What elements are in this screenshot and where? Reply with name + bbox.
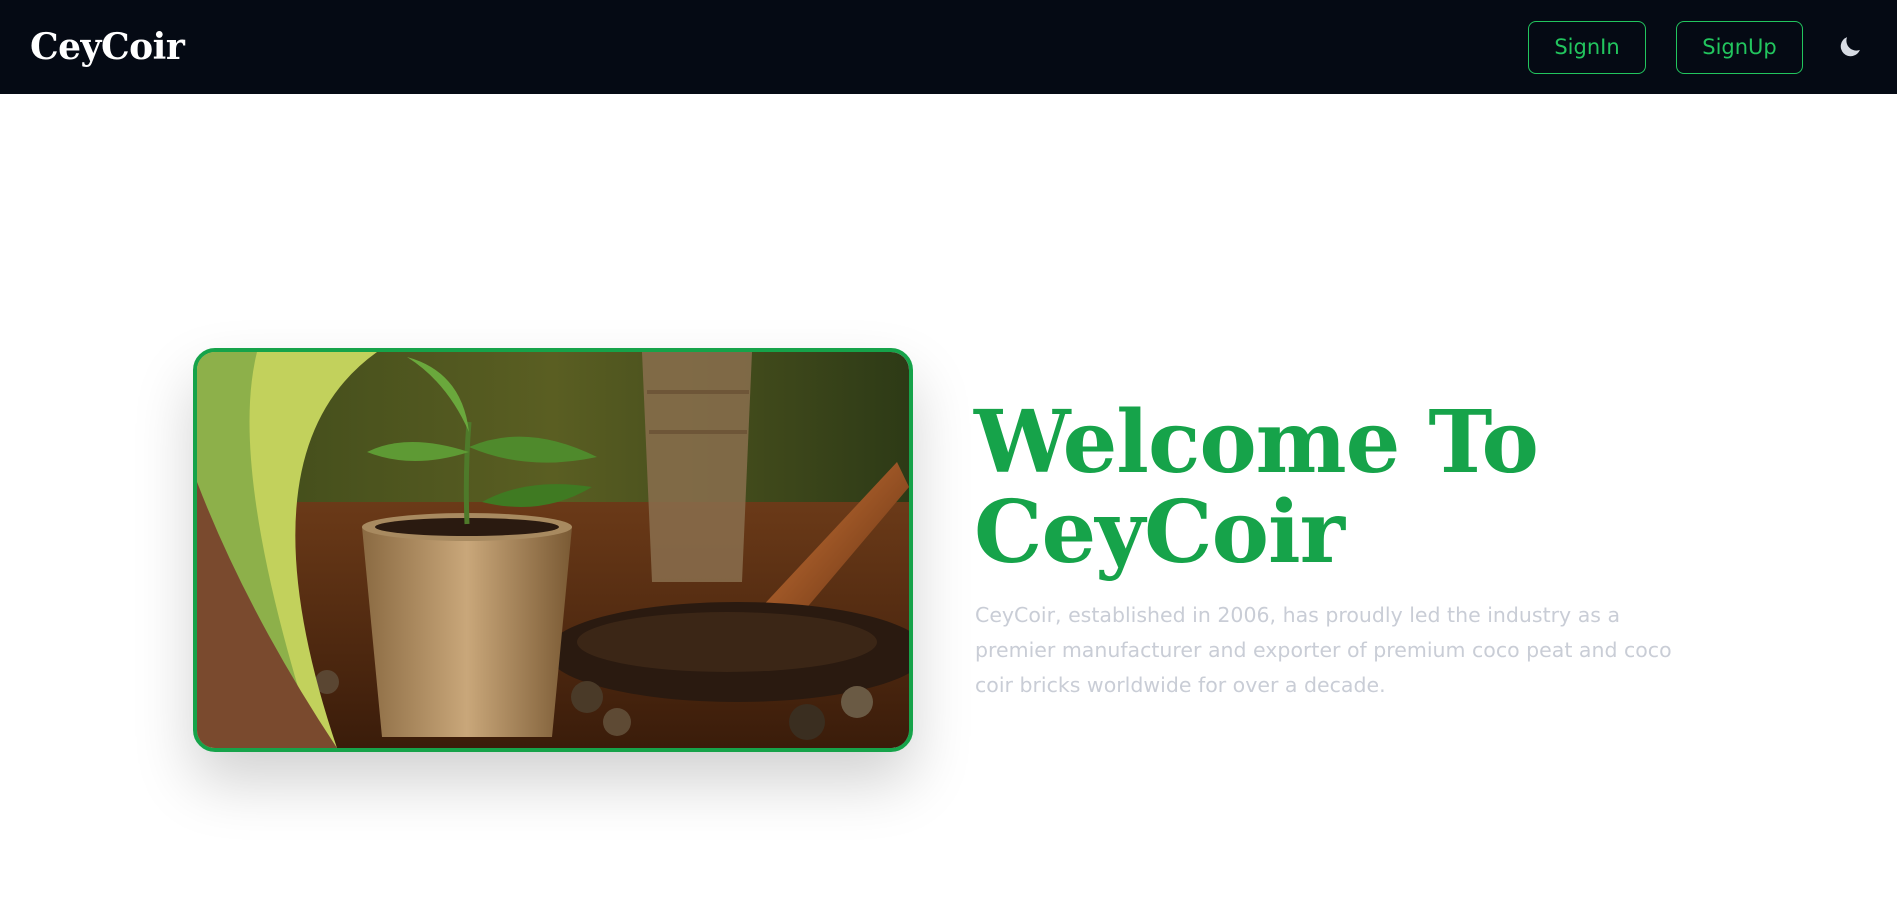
signup-button[interactable]: SignUp bbox=[1676, 20, 1803, 74]
hero-title: Welcome To CeyCoir bbox=[974, 398, 1774, 578]
signin-button[interactable]: SignIn bbox=[1528, 20, 1646, 74]
moon-icon bbox=[1840, 37, 1860, 57]
brand-logo[interactable]: CeyCoir bbox=[30, 26, 185, 68]
hero-image bbox=[193, 348, 913, 752]
theme-toggle-button[interactable] bbox=[1833, 30, 1867, 64]
navbar: CeyCoir SignIn SignUp bbox=[0, 0, 1897, 94]
nav-actions: SignIn SignUp bbox=[1528, 20, 1867, 74]
hero-title-line2: CeyCoir bbox=[974, 482, 1345, 583]
hero-title-line1: Welcome To bbox=[974, 392, 1539, 493]
plant-photo bbox=[197, 352, 909, 748]
hero-description: CeyCoir, established in 2006, has proudl… bbox=[975, 603, 1672, 697]
